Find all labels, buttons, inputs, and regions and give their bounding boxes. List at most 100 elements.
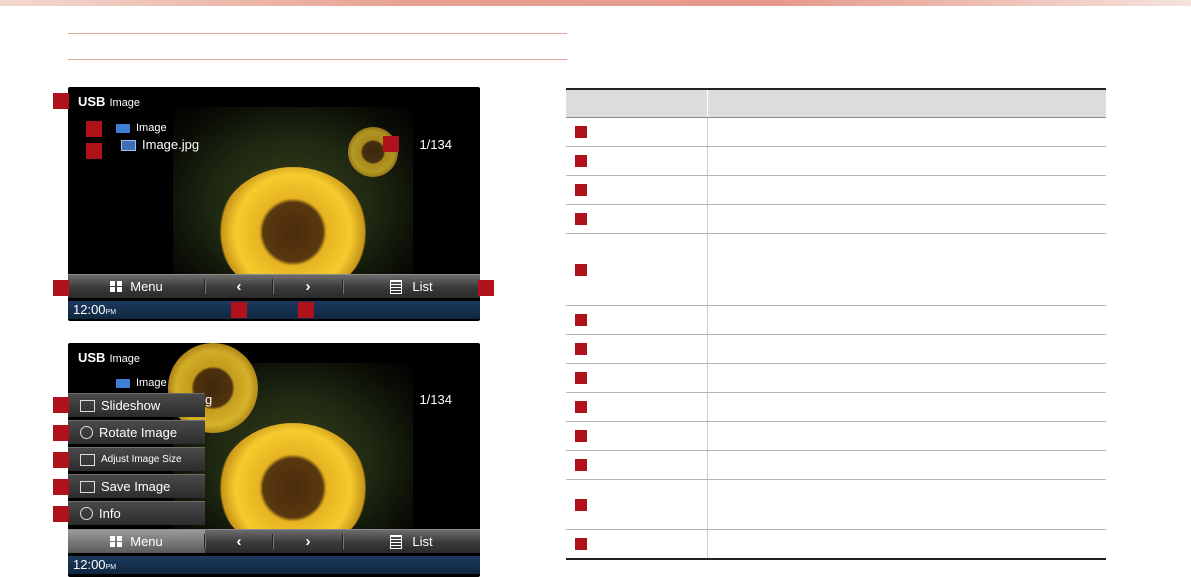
callout-marker	[575, 372, 587, 384]
next-button[interactable]: ›	[273, 530, 343, 553]
callout-marker	[575, 263, 587, 276]
callout-marker	[53, 93, 69, 109]
list-button-label: List	[412, 534, 433, 549]
callout-marker	[575, 498, 587, 511]
mode-label: Image	[109, 97, 141, 109]
folder-icon	[116, 123, 130, 133]
file-entry[interactable]: Image.jpg	[121, 137, 199, 152]
menu-item-save-image[interactable]: Save Image	[68, 474, 205, 498]
folder-path[interactable]: Image	[116, 377, 167, 389]
table-row	[566, 233, 1106, 306]
folder-path[interactable]: Image	[116, 122, 167, 134]
mode-label: Image	[109, 353, 141, 365]
table-row	[566, 334, 1106, 364]
section-rule-bottom	[68, 59, 567, 60]
file-name: Image.jpg	[142, 137, 200, 152]
table-row	[566, 529, 1106, 560]
table-row	[566, 479, 1106, 530]
callout-marker	[575, 343, 587, 355]
folder-icon	[116, 378, 130, 388]
callout-marker	[53, 506, 69, 522]
callout-marker	[575, 401, 587, 413]
prev-button[interactable]: ‹	[205, 275, 273, 298]
table-row	[566, 175, 1106, 205]
callout-marker	[53, 397, 69, 413]
list-button[interactable]: List	[343, 275, 480, 298]
callout-marker	[478, 280, 494, 296]
chevron-right-icon: ›	[305, 278, 311, 295]
list-button-label: List	[412, 279, 433, 294]
callout-marker	[231, 302, 247, 318]
folder-name: Image	[136, 377, 167, 389]
info-icon	[80, 507, 93, 520]
callout-marker	[575, 314, 587, 326]
menu-button-label: Menu	[130, 279, 163, 294]
clock: 12:00PM	[73, 302, 117, 317]
prev-button[interactable]: ‹	[205, 530, 273, 553]
chevron-right-icon: ›	[305, 533, 311, 550]
menu-item-rotate-image[interactable]: Rotate Image	[68, 420, 205, 444]
usb-image-screen: USB Image Image Image.jpg 1/134 Menu ‹ › …	[68, 87, 480, 321]
section-rule-top	[68, 33, 567, 34]
clock: 12:00PM	[73, 557, 117, 572]
chevron-left-icon: ‹	[236, 533, 242, 550]
image-file-icon	[121, 140, 136, 152]
callout-marker	[53, 479, 69, 495]
legend-header-name	[566, 88, 708, 118]
callout-marker	[575, 459, 587, 471]
rotate-icon	[80, 426, 93, 439]
source-label: USB	[78, 94, 106, 109]
save-icon	[80, 480, 95, 493]
status-bar: 12:00PM	[68, 301, 480, 319]
menu-button-label: Menu	[130, 534, 163, 549]
table-row	[566, 204, 1106, 234]
table-row	[566, 421, 1106, 451]
legend-table	[566, 88, 1106, 560]
page-top-band	[0, 0, 1191, 6]
legend-header-description	[707, 88, 1106, 118]
callout-marker	[53, 452, 69, 468]
usb-image-menu-screen: USB Image Image g 1/134 Slideshow Rotate …	[68, 343, 480, 577]
grid-menu-icon	[110, 536, 123, 547]
legend-header-row	[566, 88, 1106, 118]
resize-icon	[80, 453, 95, 466]
table-row	[566, 146, 1106, 176]
control-bar: Menu ‹ › List	[68, 274, 480, 298]
screen-header: USB Image	[78, 94, 140, 109]
callout-marker	[575, 155, 587, 167]
callout-marker	[86, 121, 102, 137]
menu-item-adjust-image-size[interactable]: Adjust Image Size	[68, 447, 205, 471]
menu-item-slideshow[interactable]: Slideshow	[68, 393, 205, 417]
callout-marker	[575, 537, 587, 550]
table-row	[566, 305, 1106, 335]
callout-marker	[53, 425, 69, 441]
callout-marker	[575, 430, 587, 442]
menu-item-info[interactable]: Info	[68, 501, 205, 525]
menu-button[interactable]: Menu	[68, 530, 205, 553]
callout-marker	[383, 136, 399, 152]
folder-name: Image	[136, 122, 167, 134]
status-bar: 12:00PM	[68, 556, 480, 574]
image-counter: 1/134	[419, 392, 452, 407]
sunflower-bg	[348, 127, 398, 177]
table-row	[566, 363, 1106, 393]
list-icon	[390, 534, 403, 549]
screen-header: USB Image	[78, 350, 140, 365]
callout-marker	[575, 184, 587, 196]
table-row	[566, 450, 1106, 480]
control-bar: Menu ‹ › List	[68, 529, 480, 553]
callout-marker	[86, 143, 102, 159]
source-label: USB	[78, 350, 106, 365]
list-icon	[390, 279, 403, 294]
callout-marker	[298, 302, 314, 318]
image-counter: 1/134	[419, 137, 452, 152]
table-row	[566, 117, 1106, 147]
next-button[interactable]: ›	[273, 275, 343, 298]
table-row	[566, 392, 1106, 422]
grid-menu-icon	[110, 281, 123, 292]
callout-marker	[575, 213, 587, 225]
menu-button[interactable]: Menu	[68, 275, 205, 298]
callout-marker	[53, 280, 69, 296]
file-name-partial: g	[205, 392, 213, 407]
list-button[interactable]: List	[343, 530, 480, 553]
